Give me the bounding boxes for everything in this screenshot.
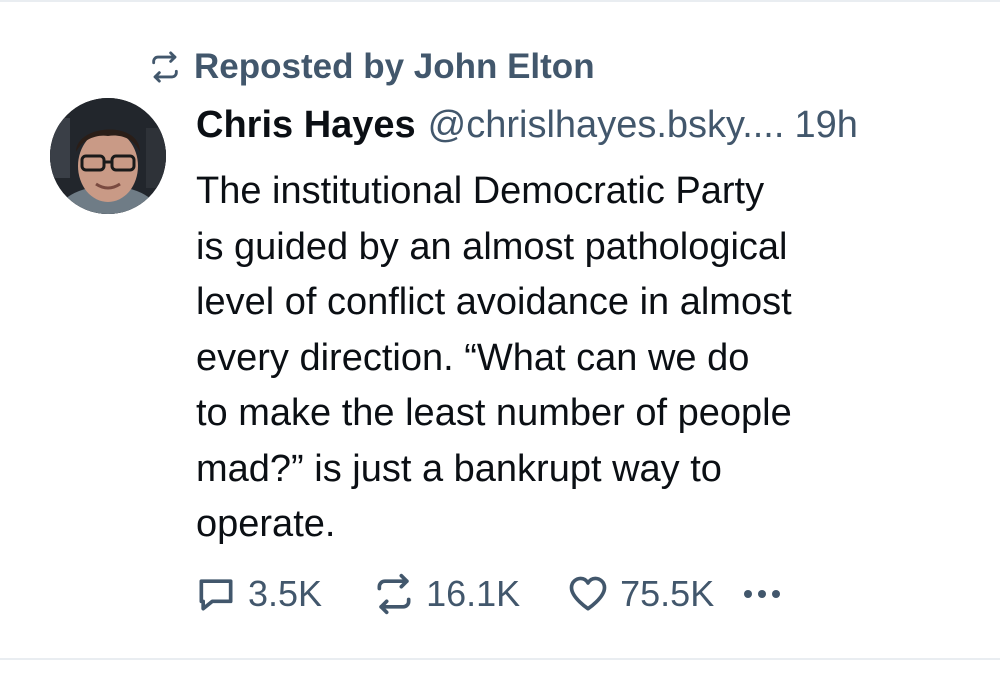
author-name[interactable]: Chris Hayes (196, 104, 416, 147)
post-header: Chris Hayes @chrislhayes.bsky.... 19h (196, 104, 858, 152)
repost-label: Reposted by John Elton (194, 47, 595, 86)
more-options-button[interactable] (744, 572, 781, 616)
top-divider (0, 0, 1000, 2)
repost-indicator[interactable]: Reposted by John Elton (148, 44, 595, 90)
repost-count: 16.1K (426, 573, 521, 614)
repost-button[interactable]: 16.1K (372, 572, 520, 616)
post-timestamp[interactable]: 19h (794, 104, 857, 147)
heart-icon (569, 576, 607, 611)
ellipsis-icon (744, 590, 753, 598)
repost-icon (152, 51, 178, 83)
like-count: 75.5K (620, 573, 715, 614)
post-text: The institutional Democratic Party is gu… (196, 170, 792, 545)
reply-button[interactable]: 3.5K (194, 572, 322, 616)
avatar[interactable] (50, 98, 166, 214)
reply-count: 3.5K (248, 573, 323, 614)
bottom-divider (0, 658, 1000, 660)
post-actions: 3.5K 16.1K 75.5K (194, 570, 781, 618)
author-handle[interactable]: @chrislhayes.bsky.... (428, 104, 785, 147)
repost-icon (377, 573, 411, 615)
speech-bubble-icon (199, 579, 233, 611)
like-button[interactable]: 75.5K (566, 572, 714, 616)
